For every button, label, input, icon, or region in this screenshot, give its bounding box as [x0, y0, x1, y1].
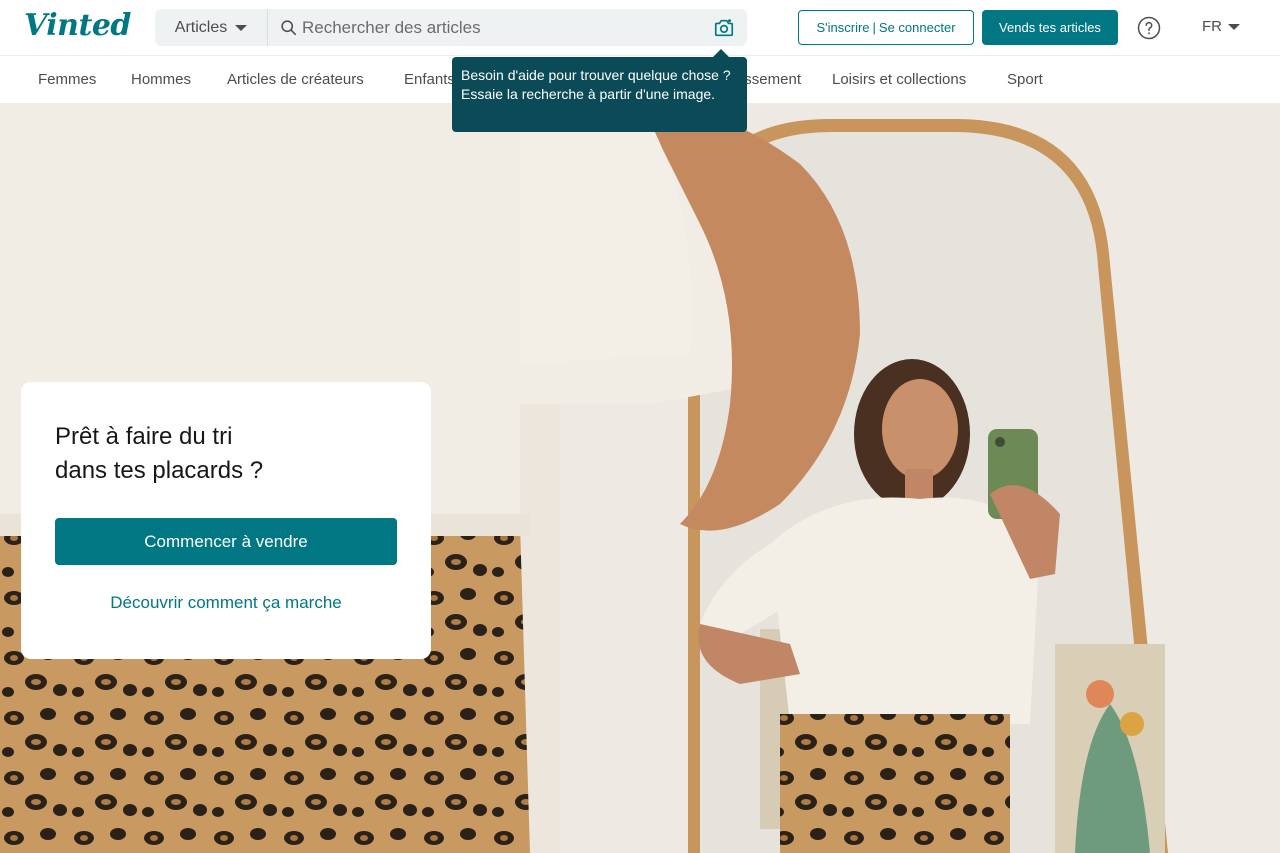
signup-login-button[interactable]: S'inscrire | Se connecter: [798, 10, 974, 45]
search-input[interactable]: [268, 9, 713, 46]
hero-card: Prêt à faire du tri dans tes placards ? …: [21, 382, 431, 659]
sell-button[interactable]: Vends tes articles: [982, 10, 1118, 45]
search-category-dropdown[interactable]: Articles: [155, 9, 268, 46]
hero-title-line2: dans tes placards ?: [55, 457, 264, 484]
chevron-down-icon: [1228, 23, 1240, 30]
language-selector[interactable]: FR: [1202, 18, 1240, 35]
nav-item-loisirs[interactable]: Loisirs et collections: [832, 71, 966, 88]
help-icon[interactable]: [1137, 16, 1161, 40]
signup-link[interactable]: S'inscrire: [816, 20, 869, 35]
search-icon: [281, 20, 297, 36]
hero-title: Prêt à faire du tri dans tes placards ?: [55, 420, 395, 488]
nav-item-hommes[interactable]: Hommes: [131, 71, 191, 88]
search-category-label: Articles: [174, 18, 228, 36]
start-selling-button[interactable]: Commencer à vendre: [55, 518, 397, 565]
vinted-logo[interactable]: Vinted: [24, 8, 131, 43]
language-label: FR: [1202, 18, 1222, 35]
camera-icon[interactable]: [713, 17, 735, 39]
nav-item-femmes[interactable]: Femmes: [38, 71, 96, 88]
nav-item-sport[interactable]: Sport: [1007, 71, 1043, 88]
top-header: Vinted Articles S'inscrire | Se connecte…: [0, 0, 1280, 56]
search-bar: Articles: [155, 9, 747, 46]
nav-item-createurs[interactable]: Articles de créateurs: [227, 71, 364, 88]
nav-item-enfants[interactable]: Enfants: [404, 71, 455, 88]
image-search-tooltip: Besoin d'aide pour trouver quelque chose…: [452, 57, 747, 132]
hero-title-line1: Prêt à faire du tri: [55, 423, 233, 450]
chevron-down-icon: [235, 24, 248, 31]
login-link[interactable]: Se connecter: [879, 20, 956, 35]
login-separator: |: [872, 20, 876, 35]
how-it-works-link[interactable]: Découvrir comment ça marche: [55, 593, 397, 613]
